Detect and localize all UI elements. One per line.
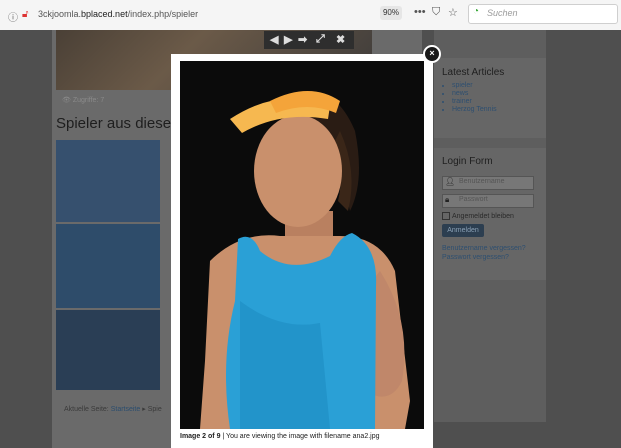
- next-icon[interactable]: ➡: [298, 33, 307, 46]
- image-filename: | You are viewing the image with filenam…: [220, 433, 380, 440]
- password-placeholder: Passwort: [459, 196, 488, 203]
- page-title: Spieler aus dieser: [56, 115, 177, 132]
- breadcrumb-home-link[interactable]: Startseite: [111, 406, 141, 413]
- breadcrumb-separator: ▸: [142, 406, 146, 413]
- fullscreen-icon[interactable]: ⤢: [316, 33, 325, 46]
- list-item[interactable]: trainer: [452, 98, 497, 106]
- play-icon[interactable]: ▶: [284, 33, 292, 46]
- remember-checkbox[interactable]: [442, 212, 450, 220]
- gallery-thumbnail[interactable]: [56, 140, 160, 222]
- tennis-player-photo: [180, 61, 424, 429]
- more-actions-icon[interactable]: •••: [414, 6, 426, 18]
- remember-me[interactable]: Angemeldet bleiben: [442, 212, 514, 220]
- forgot-username-link[interactable]: Benutzername vergessen?: [442, 245, 526, 252]
- bookmark-star-icon[interactable]: ☆: [448, 6, 458, 19]
- image-counter: Image 2 of 9: [180, 433, 221, 440]
- lock-icon: 🔒︎: [445, 195, 450, 204]
- breadcrumb-current: Spie: [147, 406, 162, 413]
- close-icon[interactable]: ×: [423, 45, 441, 63]
- previous-icon[interactable]: ◀: [270, 33, 278, 46]
- list-item[interactable]: spieler: [452, 82, 497, 90]
- search-field[interactable]: ◔ Suchen: [468, 4, 618, 24]
- lightbox-toolbar: ◀ ▶ ➡ ⤢ ✖: [264, 31, 354, 49]
- list-item[interactable]: news: [452, 90, 497, 98]
- gallery-thumbnail[interactable]: [56, 224, 160, 308]
- breadcrumb: Aktuelle Seite: Startseite ▸ Spie: [64, 405, 162, 413]
- pocket-icon[interactable]: ⛉: [432, 6, 440, 19]
- login-button[interactable]: Anmelden: [442, 224, 484, 237]
- password-field[interactable]: 🔒︎ Passwort: [442, 194, 534, 208]
- latest-articles-list: spieler news trainer Herzog Tennis: [444, 82, 497, 114]
- forgot-password-link[interactable]: Passwort vergessen?: [442, 254, 509, 261]
- close-tool-icon[interactable]: ✖: [336, 33, 345, 46]
- insecure-lock-icon[interactable]: 🔓︎: [22, 9, 28, 20]
- list-item[interactable]: Herzog Tennis: [452, 106, 497, 114]
- username-placeholder: Benutzername: [459, 178, 505, 185]
- username-field[interactable]: 👤︎ Benutzername: [442, 176, 534, 190]
- user-icon: 👤︎: [445, 177, 456, 186]
- url-field[interactable]: 3ckjoomla.bplaced.net/index.php/spieler: [38, 9, 198, 19]
- search-engine-icon: ◔: [473, 6, 480, 17]
- lightbox-caption: Image 2 of 9 | You are viewing the image…: [180, 433, 380, 440]
- search-placeholder: Suchen: [487, 8, 518, 18]
- latest-articles-title: Latest Articles: [442, 67, 505, 78]
- breadcrumb-label: Aktuelle Seite:: [64, 406, 109, 413]
- lightbox-photo[interactable]: [180, 61, 424, 429]
- login-form-title: Login Form: [442, 156, 493, 167]
- remember-label: Angemeldet bleiben: [452, 212, 514, 220]
- article-meta: 👁︎ Zugriffe: 7: [62, 97, 105, 104]
- gallery-thumbnail[interactable]: [56, 310, 160, 390]
- zoom-level[interactable]: 90%: [380, 6, 402, 20]
- browser-url-bar: ⓘ 🔓︎ 3ckjoomla.bplaced.net/index.php/spi…: [0, 0, 621, 31]
- site-info-icon[interactable]: ⓘ: [8, 9, 18, 24]
